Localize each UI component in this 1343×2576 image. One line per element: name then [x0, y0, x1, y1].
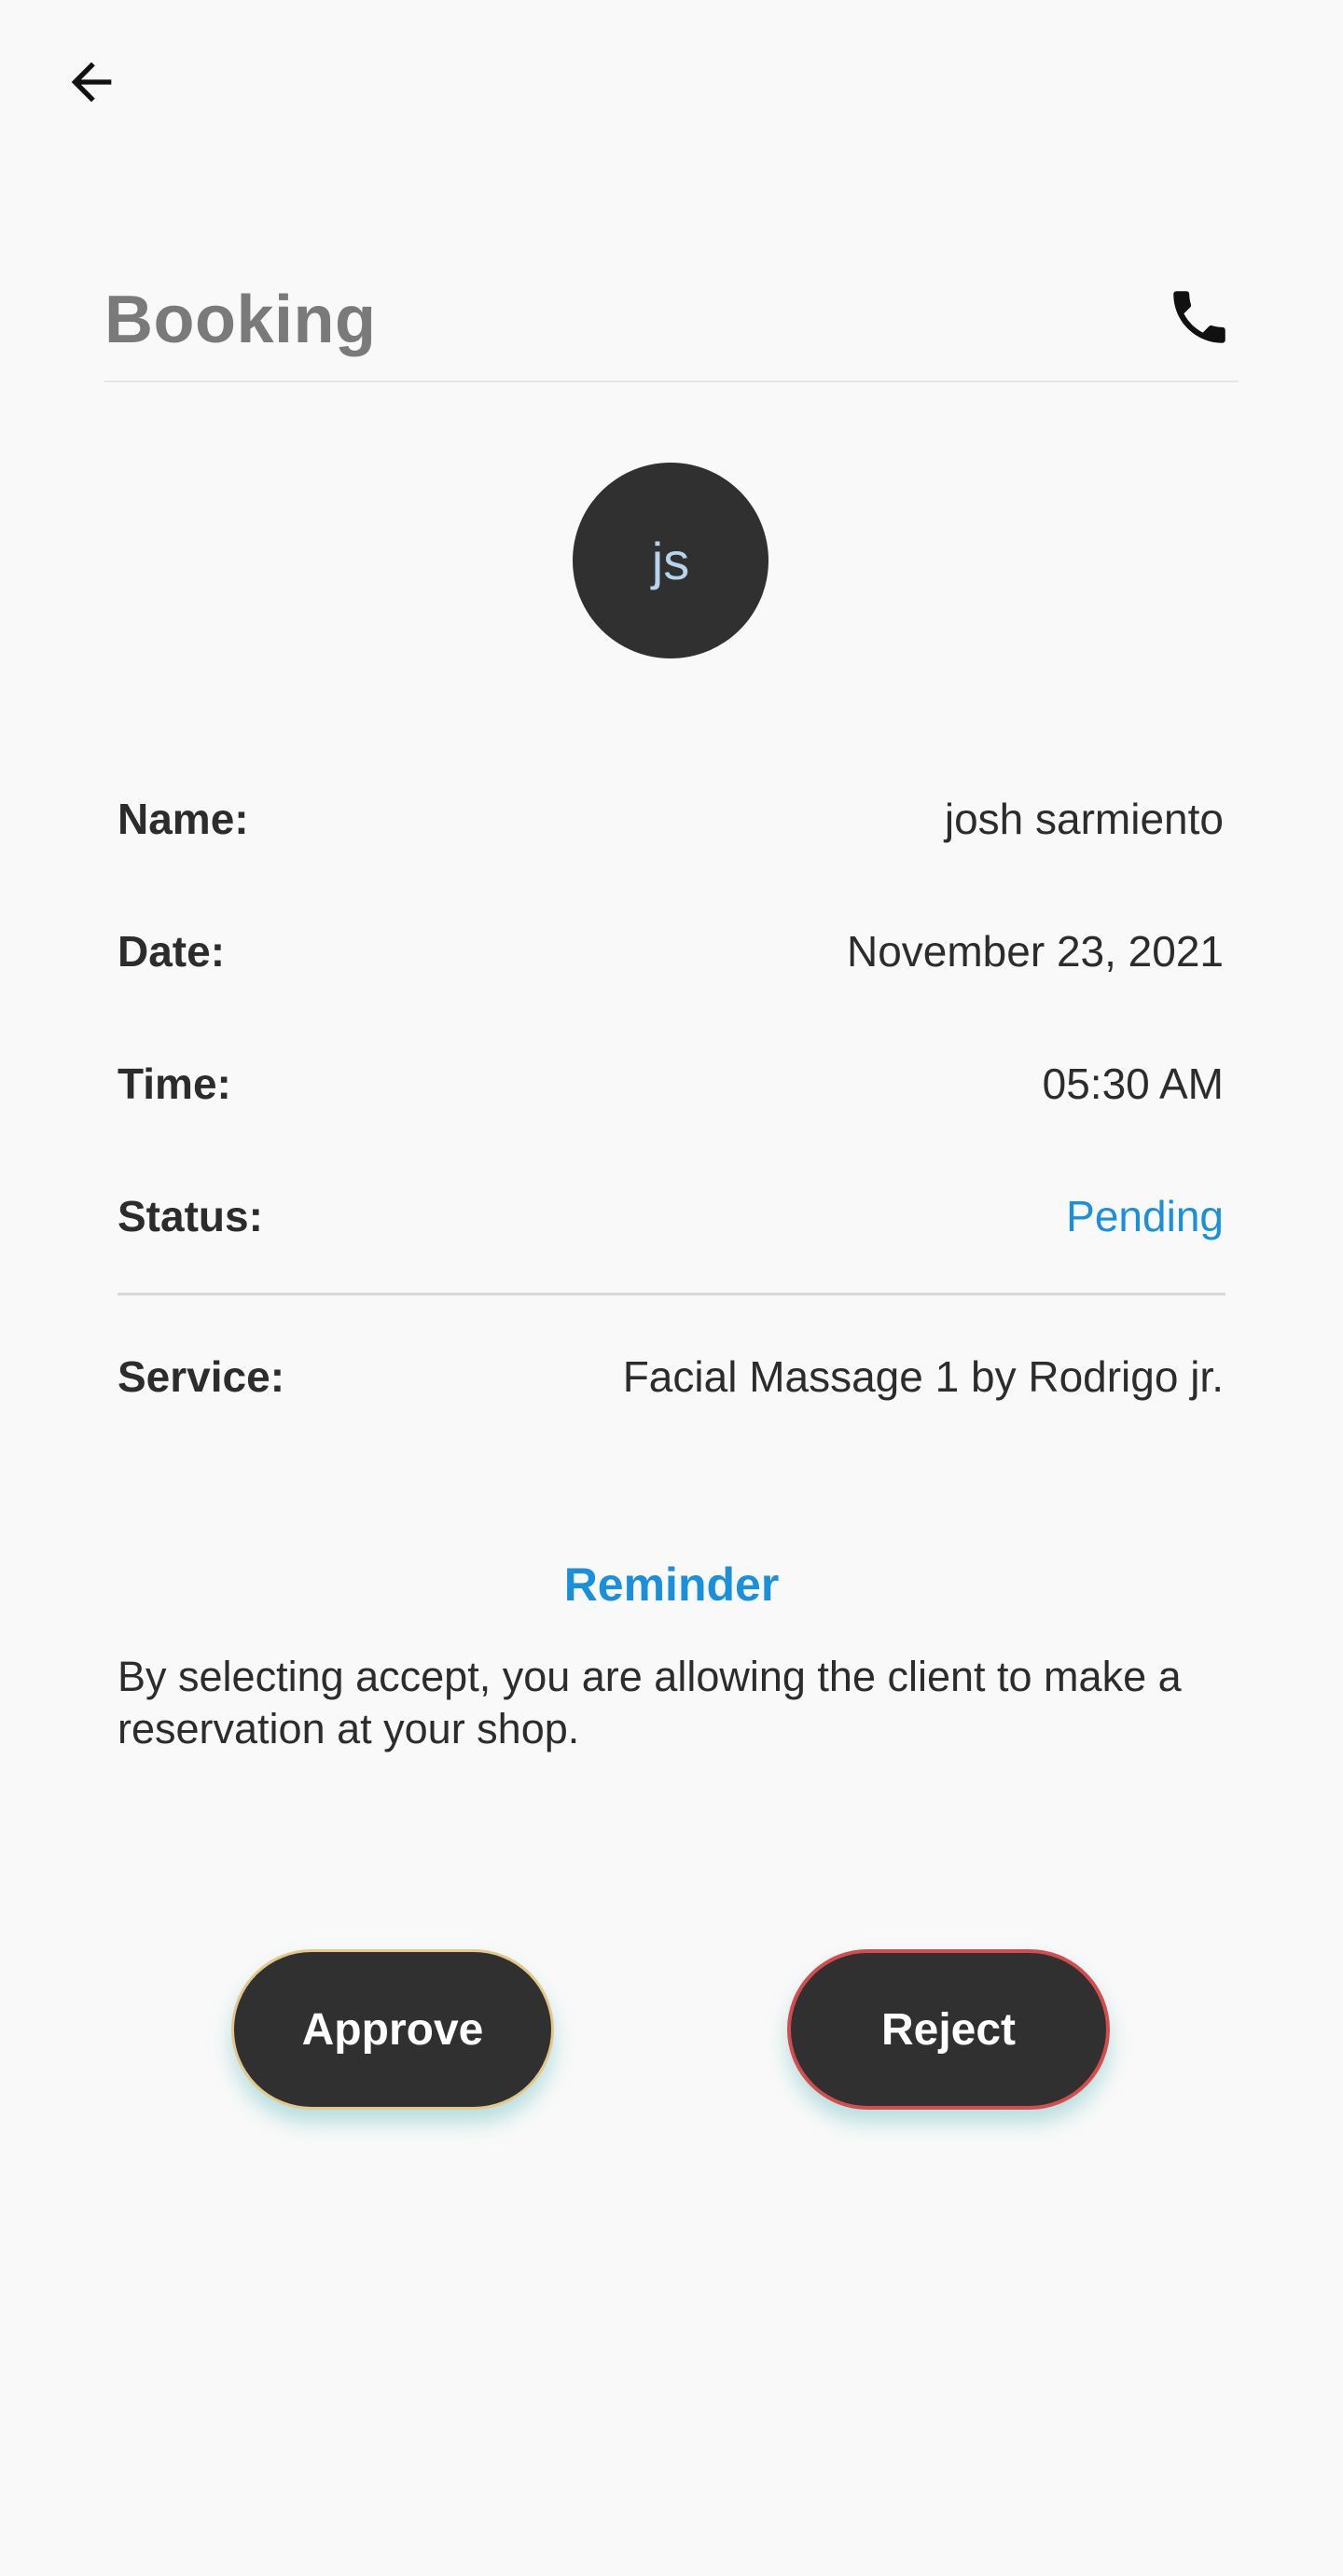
- service-value: Facial Massage 1 by Rodrigo jr.: [622, 1352, 1224, 1401]
- service-label: Service:: [118, 1352, 285, 1401]
- arrow-left-icon: [62, 52, 121, 117]
- reminder-title: Reminder: [563, 1558, 780, 1611]
- status-label: Status:: [118, 1192, 263, 1240]
- booking-header: Booking: [104, 263, 1239, 382]
- name-value: josh sarmiento: [944, 795, 1224, 843]
- name-label: Name:: [118, 795, 249, 843]
- time-value: 05:30 AM: [1042, 1059, 1224, 1108]
- name-row: Name: josh sarmiento: [118, 782, 1224, 856]
- booking-screen: Booking js Name: josh sarmiento Date: No…: [0, 0, 1343, 2576]
- service-row: Service: Facial Massage 1 by Rodrigo jr.: [118, 1339, 1224, 1414]
- reject-button[interactable]: Reject: [787, 1949, 1110, 2110]
- date-label: Date:: [118, 927, 226, 976]
- reminder-text: By selecting accept, you are allowing th…: [118, 1653, 1182, 1752]
- details-divider: [118, 1293, 1225, 1295]
- time-label: Time:: [118, 1059, 231, 1108]
- call-button[interactable]: [1160, 280, 1239, 358]
- page-title: Booking: [104, 283, 377, 357]
- approve-button[interactable]: Approve: [231, 1949, 554, 2110]
- avatar-initials: js: [651, 531, 690, 590]
- avatar: js: [573, 463, 768, 658]
- date-value: November 23, 2021: [846, 927, 1224, 976]
- status-value: Pending: [1066, 1192, 1224, 1240]
- back-button[interactable]: [52, 45, 131, 123]
- time-row: Time: 05:30 AM: [118, 1046, 1224, 1121]
- phone-icon: [1165, 283, 1234, 356]
- status-row: Status: Pending: [118, 1179, 1224, 1253]
- date-row: Date: November 23, 2021: [118, 914, 1224, 989]
